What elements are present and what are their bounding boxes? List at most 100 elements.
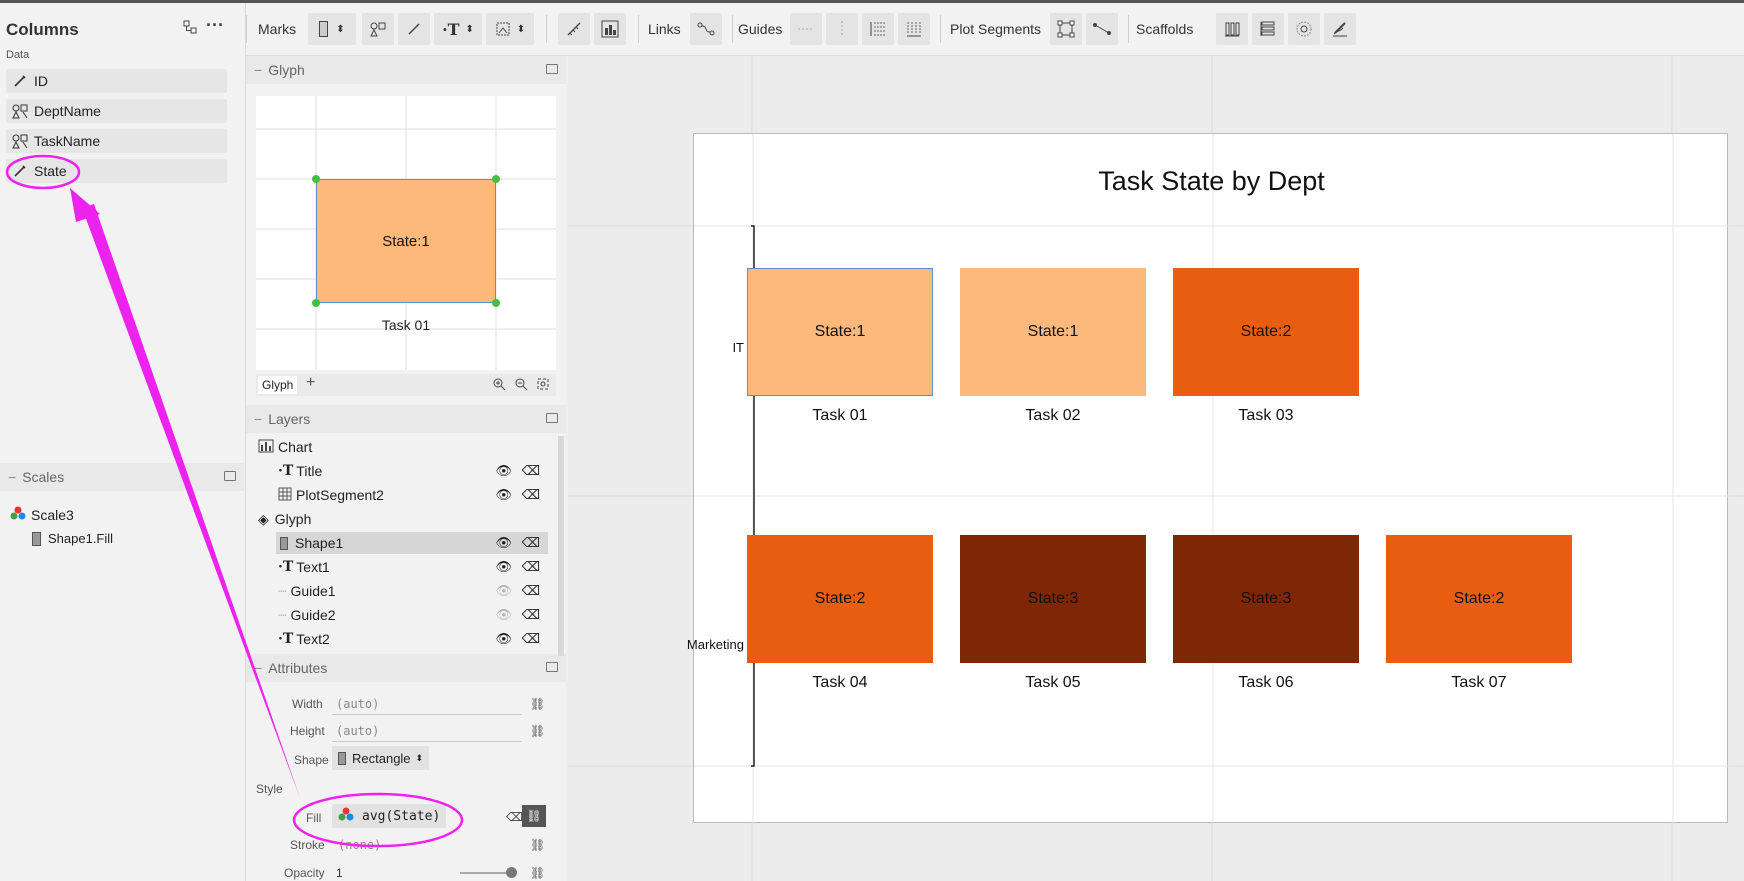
bind-data-icon[interactable]: ⛓ <box>530 697 545 711</box>
guide-coordinator-y-button[interactable] <box>898 13 930 45</box>
eye-icon[interactable]: 👁 <box>495 631 512 647</box>
collapse-icon[interactable]: − <box>254 62 262 78</box>
eye-icon[interactable]: 👁 <box>495 583 512 599</box>
layer-shape1[interactable]: Shape1 👁 ⌫ <box>276 532 548 554</box>
eye-icon[interactable]: 👁 <box>495 559 512 575</box>
symbol-mark-button[interactable] <box>362 13 394 45</box>
chart-paper[interactable]: Task State by Dept IT Marketing State:1 T… <box>687 133 1729 824</box>
layer-glyph[interactable]: ◈ Glyph <box>258 508 548 530</box>
fill-binding-button[interactable]: avg(State) <box>332 804 447 828</box>
column-item-taskname[interactable]: TaskName <box>6 129 227 153</box>
data-axis-button[interactable] <box>558 13 590 45</box>
layer-text1[interactable]: ·T Text1 👁 ⌫ <box>278 556 548 578</box>
layer-title[interactable]: ·T Title 👁 ⌫ <box>278 460 548 482</box>
guide-x-button[interactable] <box>790 13 822 45</box>
maximize-icon[interactable] <box>546 662 558 672</box>
bind-data-active-icon[interactable]: ⛓ <box>522 805 546 827</box>
add-glyph-icon[interactable]: + <box>306 374 315 392</box>
eraser-icon[interactable]: ⌫ <box>522 607 540 623</box>
glyph-tab[interactable]: Glyph <box>258 376 298 394</box>
shape-select[interactable]: Rectangle ⬍ <box>332 746 430 770</box>
maximize-icon[interactable] <box>546 413 558 423</box>
scaffold-horizontal-button[interactable] <box>1216 13 1248 45</box>
bind-data-icon[interactable]: ⛓ <box>530 866 545 880</box>
handle-icon[interactable] <box>312 175 320 183</box>
line-segment-button[interactable] <box>1086 13 1118 45</box>
link-button[interactable] <box>690 13 722 45</box>
opacity-slider[interactable] <box>460 867 517 878</box>
eraser-icon[interactable]: ⌫ <box>522 583 540 599</box>
column-item-id[interactable]: ID <box>6 69 227 93</box>
column-item-state[interactable]: State <box>6 159 227 183</box>
text-mark-button[interactable]: ·T ⬍ <box>434 13 482 45</box>
zoom-in-icon[interactable] <box>492 377 506 394</box>
chart-mark-state-label: State:3 <box>1240 590 1292 607</box>
eye-icon[interactable]: 👁 <box>495 607 512 623</box>
stroke-input[interactable]: (none) <box>338 838 381 852</box>
collapse-icon[interactable]: − <box>254 411 262 427</box>
glyph-editor-canvas[interactable]: State:1 Task 01 <box>256 96 556 370</box>
chart-mark-task-07[interactable]: State:2 <box>1386 535 1572 663</box>
chart-mark-task-03[interactable]: State:2 <box>1173 268 1359 396</box>
handle-icon[interactable] <box>312 299 320 307</box>
eraser-icon[interactable]: ⌫ <box>522 631 540 647</box>
opacity-slider-thumb[interactable] <box>506 867 517 878</box>
layers-section-header[interactable]: − Layers <box>246 405 566 433</box>
layer-text2[interactable]: ·T Text2 👁 ⌫ <box>278 628 548 650</box>
chart-title[interactable]: Task State by Dept <box>694 166 1729 197</box>
scale-item[interactable]: Scale3 <box>10 506 74 523</box>
bind-data-icon[interactable]: ⛓ <box>530 724 545 738</box>
shape-label: Shape <box>294 753 329 767</box>
guide-coordinator-x-button[interactable] <box>862 13 894 45</box>
handle-icon[interactable] <box>492 299 500 307</box>
chart-mark-task-05[interactable]: State:3 <box>960 535 1146 663</box>
column-item-deptname[interactable]: DeptName <box>6 99 227 123</box>
layer-guide2[interactable]: ┈ Guide2 👁 ⌫ <box>278 604 548 626</box>
eraser-icon[interactable]: ⌫ <box>522 535 540 551</box>
eye-icon[interactable]: 👁 <box>495 487 512 503</box>
eraser-icon[interactable]: ⌫ <box>522 559 540 575</box>
eye-icon[interactable]: 👁 <box>495 535 512 551</box>
line-mark-button[interactable] <box>398 13 430 45</box>
rect-mark-button[interactable]: ⬍ <box>308 13 356 45</box>
maximize-icon[interactable] <box>224 471 236 481</box>
attributes-section-header[interactable]: − Attributes <box>246 654 566 682</box>
scales-section-header[interactable]: − Scales <box>0 463 244 491</box>
more-options-icon[interactable]: ··· <box>206 15 224 36</box>
height-input[interactable]: (auto) <box>336 724 379 738</box>
layer-plotsegment2[interactable]: PlotSegment2 👁 ⌫ <box>278 484 548 506</box>
scaffold-curve-button[interactable] <box>1324 13 1356 45</box>
bind-data-icon[interactable]: ⛓ <box>530 838 545 852</box>
link-table-icon[interactable] <box>182 19 198 38</box>
scaffold-vertical-button[interactable] <box>1252 13 1284 45</box>
scale-binding-item[interactable]: Shape1.Fill <box>32 531 113 546</box>
collapse-icon[interactable]: − <box>254 660 262 676</box>
glyph-shape-rect[interactable]: State:1 <box>316 179 496 303</box>
eraser-icon[interactable]: ⌫ <box>522 487 540 503</box>
zoom-out-icon[interactable] <box>514 377 528 394</box>
panel-scrollbar[interactable] <box>558 436 564 656</box>
layer-chart[interactable]: Chart <box>258 436 548 458</box>
glyph-section-header[interactable]: − Glyph <box>246 56 566 84</box>
zoom-fit-icon[interactable] <box>536 377 550 394</box>
chart-mark-task-04[interactable]: State:2 <box>747 535 933 663</box>
nested-chart-button[interactable] <box>594 13 626 45</box>
chart-mark-task-02[interactable]: State:1 <box>960 268 1146 396</box>
region-2d-button[interactable] <box>1050 13 1082 45</box>
eraser-icon[interactable]: ⌫ <box>506 810 523 824</box>
image-mark-button[interactable]: ⬍ <box>486 13 534 45</box>
eye-icon[interactable]: 👁 <box>495 463 512 479</box>
chart-mark-task-06[interactable]: State:3 <box>1173 535 1359 663</box>
eraser-icon[interactable]: ⌫ <box>522 463 540 479</box>
width-input[interactable]: (auto) <box>336 697 379 711</box>
maximize-icon[interactable] <box>546 64 558 74</box>
chart-mark-task-01[interactable]: State:1 <box>747 268 933 396</box>
guide-y-button[interactable] <box>826 13 858 45</box>
layer-guide1[interactable]: ┈ Guide1 👁 ⌫ <box>278 580 548 602</box>
scaffold-polar-button[interactable] <box>1288 13 1320 45</box>
handle-icon[interactable] <box>492 175 500 183</box>
guide-icon: ┈ <box>278 582 287 599</box>
chart-canvas-area[interactable]: Task State by Dept IT Marketing State:1 T… <box>568 56 1744 881</box>
chevron-updown-icon: ⬍ <box>415 752 424 763</box>
collapse-icon[interactable]: − <box>8 469 16 485</box>
